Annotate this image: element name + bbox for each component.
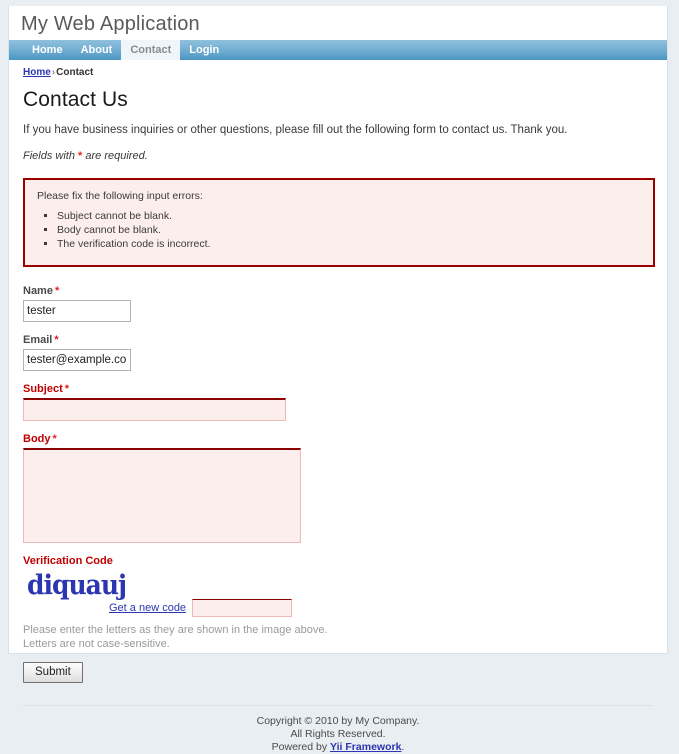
name-input[interactable] (23, 300, 131, 322)
subject-label: Subject * (23, 383, 653, 395)
captcha-image: diquauj (27, 568, 127, 601)
footer-powered-suffix: . (401, 741, 405, 753)
page-container: My Web Application Home About Contact Lo… (8, 6, 668, 753)
captcha-hint: Please enter the letters as they are sho… (23, 623, 653, 651)
refresh-captcha-link[interactable]: Get a new code (109, 602, 186, 614)
error-summary: Please fix the following input errors: S… (23, 178, 655, 267)
breadcrumb: Home›Contact (9, 60, 667, 78)
captcha-row: Get a new code (23, 599, 653, 617)
body-textarea[interactable] (23, 448, 301, 543)
error-summary-heading: Please fix the following input errors: (37, 190, 203, 202)
note-prefix: Fields with (23, 150, 75, 162)
required-asterisk: * (78, 150, 83, 162)
subject-input[interactable] (23, 398, 286, 421)
verification-code-input[interactable] (192, 599, 293, 617)
captcha-hint-line1: Please enter the letters as they are sho… (23, 624, 328, 636)
name-label-text: Name (23, 285, 53, 297)
nav-item-contact[interactable]: Contact (121, 40, 181, 60)
main-navigation: Home About Contact Login (9, 40, 667, 60)
nav-item-about[interactable]: About (72, 40, 122, 60)
body-required-mark: * (52, 433, 57, 445)
required-fields-note: Fields with * are required. (23, 150, 653, 162)
name-required-mark: * (54, 285, 60, 297)
contact-form: Name* Email* Subject* Body* Verification… (23, 285, 653, 683)
site-header: My Web Application (9, 6, 667, 40)
nav-link-home[interactable]: Home (23, 40, 72, 60)
email-label-text: Email (23, 334, 53, 346)
body-label-text: Body (23, 433, 51, 445)
main-content: Contact Us If you have business inquirie… (9, 78, 667, 683)
subject-required-mark: * (64, 383, 70, 395)
error-list-item: Body cannot be blank. (57, 223, 641, 237)
error-list: Subject cannot be blank. Body cannot be … (37, 209, 641, 251)
email-input[interactable] (23, 349, 131, 371)
breadcrumb-current: Contact (56, 67, 94, 78)
note-suffix: are required. (85, 150, 148, 162)
footer-rights: All Rights Reserved. (290, 728, 386, 740)
email-required-mark: * (54, 334, 59, 346)
email-label: Email * (23, 334, 653, 346)
error-list-item: The verification code is incorrect. (57, 237, 641, 251)
nav-link-contact[interactable]: Contact (121, 40, 181, 60)
body-label: Body * (23, 433, 653, 445)
page-title: My Web Application (21, 13, 200, 35)
page-footer: Copyright © 2010 by My Company. All Righ… (23, 705, 653, 754)
nav-link-login[interactable]: Login (180, 40, 228, 60)
yii-framework-link[interactable]: Yii Framework (330, 741, 401, 753)
nav-item-login[interactable]: Login (180, 40, 228, 60)
subject-label-text: Subject (23, 383, 63, 395)
submit-button[interactable]: Submit (23, 662, 83, 683)
captcha-hint-line2: Letters are not case-sensitive. (23, 638, 170, 650)
nav-item-home[interactable]: Home (23, 40, 72, 60)
verification-code-label: Verification Code (23, 555, 113, 567)
error-list-item: Subject cannot be blank. (57, 209, 641, 223)
content-heading: Contact Us (23, 88, 128, 111)
footer-powered-by: Powered by Yii Framework. (23, 741, 653, 754)
footer-powered-prefix: Powered by (271, 741, 328, 753)
nav-link-about[interactable]: About (72, 40, 122, 60)
name-label: Name * (23, 285, 653, 297)
footer-copyright: Copyright © 2010 by My Company. (256, 715, 420, 727)
intro-text: If you have business inquiries or other … (23, 124, 568, 136)
nav-list: Home About Contact Login (9, 40, 667, 60)
breadcrumb-link-home[interactable]: Home (23, 67, 51, 78)
